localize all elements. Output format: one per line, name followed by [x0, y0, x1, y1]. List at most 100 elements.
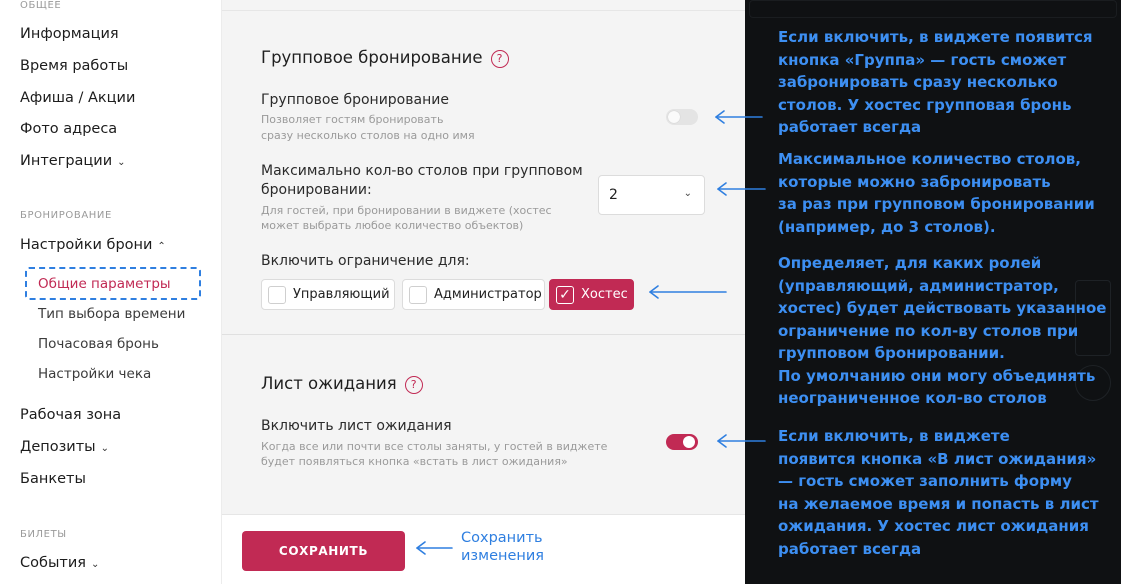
max-tables-desc-2: может выбрать любое количество объектов): [261, 219, 524, 232]
chevron-down-icon: ⌄: [117, 157, 126, 168]
group-booking-toggle-label: Групповое бронирование: [261, 92, 449, 108]
chevron-down-icon: ⌄: [683, 188, 692, 199]
sidebar-item-label: Банкеты: [20, 471, 86, 487]
explanation-panel: Если включить, в виджете появится кнопка…: [745, 0, 1121, 584]
role-chip-manager[interactable]: Управляющий: [261, 279, 395, 310]
sidebar-item-label: Информация: [20, 26, 119, 42]
section-label-tickets: БИЛЕТЫ: [20, 529, 67, 540]
explanation-line: ожидания. У хостес лист ожидания: [778, 517, 1089, 535]
chevron-down-icon: ⌄: [100, 443, 110, 454]
waitlist-card: Лист ожидания? Включить лист ожидания Ко…: [222, 336, 745, 514]
section-title-text: Групповое бронирование: [261, 48, 483, 67]
sidebar-item-integrations[interactable]: Интеграции ⌄: [20, 153, 126, 169]
explanation-line: Определяет, для каких ролей: [778, 254, 1042, 272]
help-icon[interactable]: ?: [404, 375, 423, 394]
explanation-line: Максимальное количество столов,: [778, 150, 1081, 168]
sidebar-item-label: Депозиты: [20, 439, 96, 455]
explanation-line: неограниченное кол-во столов: [778, 389, 1047, 407]
app-root: ОБЩЕЕ Информация Время работы Афиша / Ак…: [0, 0, 1121, 584]
save-note-2: изменения: [461, 548, 545, 564]
sidebar-item-label: Фото адреса: [20, 121, 118, 137]
sidebar-item-label: Интеграции: [20, 153, 113, 169]
select-value: 2: [609, 187, 618, 203]
sidebar-item-address-photo[interactable]: Фото адреса: [20, 121, 117, 137]
max-tables-label-2: бронировании:: [261, 182, 372, 198]
explanation-line: кнопка «Группа» — гость сможет: [778, 50, 1067, 69]
sidebar-subitem-hourly-booking[interactable]: Почасовая бронь: [38, 336, 159, 352]
max-tables-label-1: Максимально кол-во столов при групповом: [261, 163, 583, 179]
sidebar-item-booking-settings[interactable]: Настройки брони ⌃: [20, 237, 166, 253]
checkbox-icon: [268, 286, 286, 304]
sidebar-item-label: Рабочая зона: [20, 407, 122, 423]
sidebar-subitem-general-params[interactable]: Общие параметры: [38, 276, 171, 292]
toggle-knob: [683, 436, 695, 448]
waitlist-desc-2: будет появляться кнопка «встать в лист о…: [261, 455, 568, 468]
role-label: Администратор: [434, 287, 542, 302]
sidebar-subitem-time-selection[interactable]: Тип выбора времени: [38, 306, 185, 322]
role-chip-admin[interactable]: Администратор: [402, 279, 545, 310]
explanation-line: столов. У хостес групповая бронь: [778, 95, 1072, 114]
explanation-line: на желаемое время и попасть в лист: [778, 494, 1099, 513]
waitlist-desc-1: Когда все или почти все столы заняты, у …: [261, 440, 608, 453]
section-label-general: ОБЩЕЕ: [20, 0, 62, 11]
explanation-line: (например, до 3 столов).: [778, 217, 996, 236]
sidebar-subitem-receipt-settings[interactable]: Настройки чека: [38, 366, 151, 382]
settings-footer: СОХРАНИТЬ Сохранить изменения: [222, 514, 745, 584]
checkbox-icon: [409, 286, 427, 304]
save-note-1: Сохранить: [461, 530, 543, 546]
help-icon[interactable]: ?: [490, 49, 509, 68]
explanation-line: Если включить, в виджете: [778, 427, 1010, 445]
sidebar-item-events[interactable]: События ⌄: [20, 555, 99, 571]
group-booking-toggle[interactable]: [666, 109, 698, 125]
explanation-line: хостес) будет действовать указанное: [778, 299, 1107, 317]
sidebar: ОБЩЕЕ Информация Время работы Афиша / Ак…: [0, 0, 222, 584]
settings-main: Групповое бронирование? Групповое бронир…: [222, 0, 745, 584]
toggle-knob: [668, 111, 680, 123]
role-chip-hostess[interactable]: ✓ Хостес: [549, 279, 634, 310]
explanation-roles: Определяет, для каких ролей (управляющий…: [778, 252, 1106, 410]
waitlist-toggle-label: Включить лист ожидания: [261, 418, 452, 434]
group-booking-toggle-desc-1: Позволяет гостям бронировать: [261, 113, 444, 126]
chevron-down-icon: ⌄: [90, 559, 100, 570]
explanation-line: появится кнопка «В лист ожидания»: [778, 449, 1097, 468]
explanation-line: забронировать сразу несколько: [778, 73, 1058, 91]
sidebar-item-work-zone[interactable]: Рабочая зона: [20, 407, 121, 423]
explanation-line: работает всегда: [778, 118, 922, 136]
sidebar-item-events-promos[interactable]: Афиша / Акции: [20, 90, 135, 106]
background-ghost: [749, 0, 1117, 18]
sidebar-item-deposits[interactable]: Депозиты ⌄: [20, 439, 109, 455]
explanation-line: групповом бронировании.: [778, 344, 1005, 362]
sidebar-item-info[interactable]: Информация: [20, 26, 119, 42]
role-label: Управляющий: [293, 287, 390, 302]
waitlist-toggle[interactable]: [666, 434, 698, 450]
explanation-line: которые можно забронировать: [778, 172, 1051, 191]
explanation-line: (управляющий, администратор,: [778, 276, 1059, 295]
max-tables-select[interactable]: 2 ⌄: [598, 175, 705, 215]
checkmark-icon: ✓: [556, 286, 574, 304]
explanation-group-toggle: Если включить, в виджете появится кнопка…: [778, 26, 1093, 139]
chevron-up-icon: ⌃: [157, 241, 166, 252]
section-label-booking: БРОНИРОВАНИЕ: [20, 210, 112, 221]
explanation-line: По умолчанию они могу объединять: [778, 366, 1096, 385]
max-tables-desc-1: Для гостей, при бронировании в виджете (…: [261, 204, 552, 217]
group-booking-title: Групповое бронирование?: [261, 48, 509, 68]
save-button[interactable]: СОХРАНИТЬ: [242, 531, 405, 571]
explanation-line: Если включить, в виджете появится: [778, 28, 1093, 46]
explanation-line: ограничение по кол-ву столов при: [778, 321, 1079, 340]
explanation-line: за раз при групповом бронировании: [778, 195, 1095, 213]
group-booking-card: Групповое бронирование? Групповое бронир…: [222, 10, 745, 335]
limit-label: Включить ограничение для:: [261, 253, 470, 269]
role-label: Хостес: [581, 287, 628, 302]
explanation-waitlist: Если включить, в виджете появится кнопка…: [778, 425, 1099, 560]
sidebar-item-label: События: [20, 555, 86, 571]
sidebar-item-label: Настройки брони: [20, 237, 153, 253]
waitlist-title: Лист ожидания?: [261, 374, 423, 394]
explanation-line: — гость сможет заполнить форму: [778, 472, 1072, 490]
section-title-text: Лист ожидания: [261, 374, 397, 393]
sidebar-item-banquets[interactable]: Банкеты: [20, 471, 86, 487]
sidebar-item-label: Время работы: [20, 58, 129, 74]
group-booking-toggle-desc-2: сразу несколько столов на одно имя: [261, 129, 475, 142]
explanation-line: работает всегда: [778, 539, 922, 558]
sidebar-item-hours[interactable]: Время работы: [20, 58, 128, 74]
explanation-max-tables: Максимальное количество столов, которые …: [778, 148, 1095, 238]
